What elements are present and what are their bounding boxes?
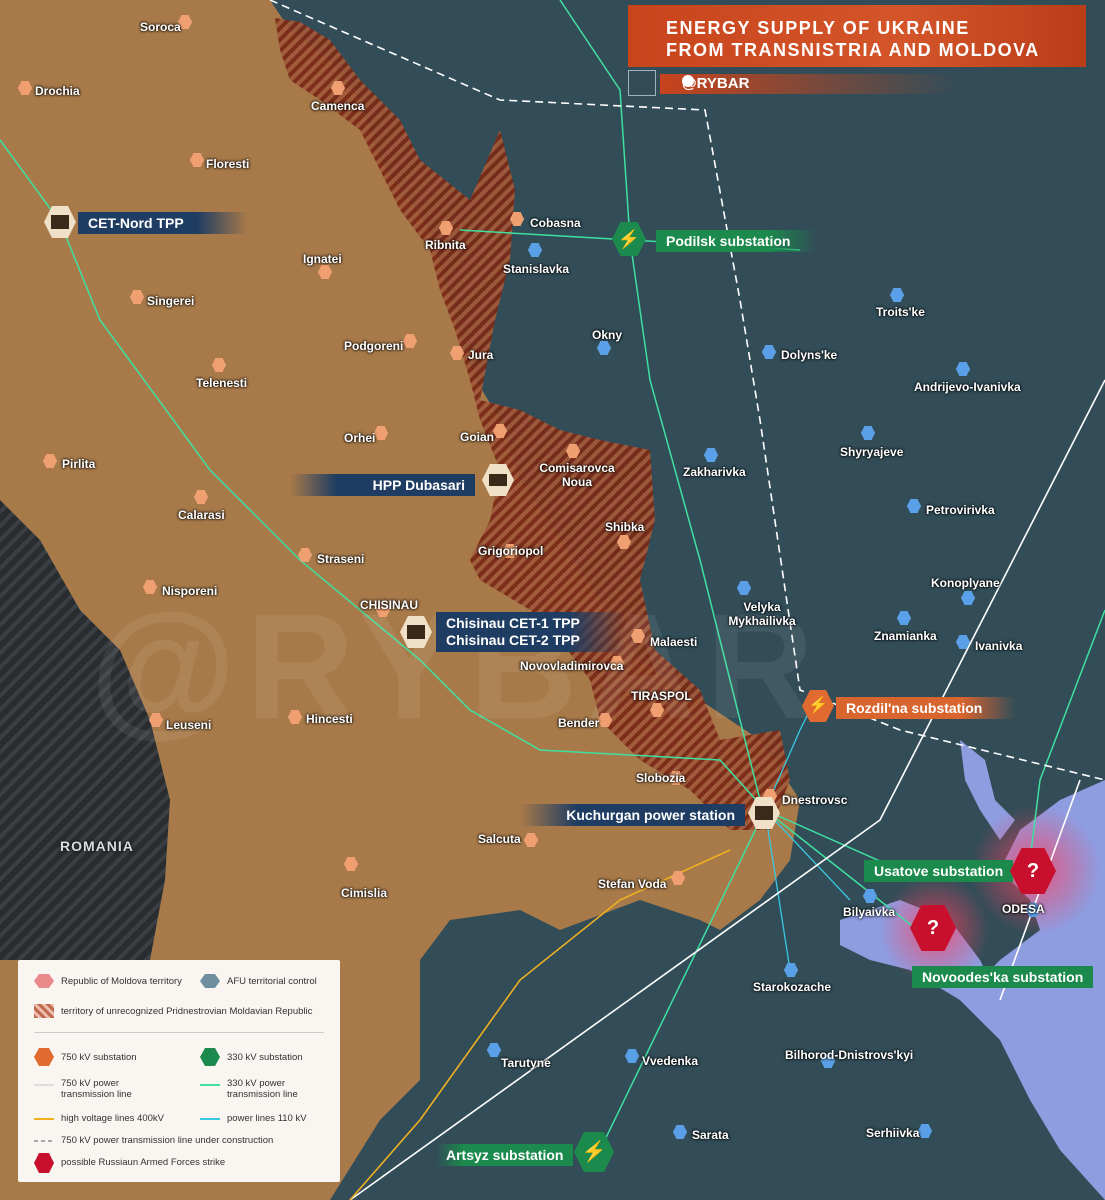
town-label: TIRASPOL	[631, 689, 692, 703]
town-label: Okny	[592, 328, 623, 342]
town-label: Velyka Mykhailivka	[728, 600, 796, 628]
legend-sub330: 330 kV substation	[227, 1052, 303, 1063]
podilsk-label: Podilsk substation	[656, 230, 816, 252]
legend-110-line	[200, 1118, 220, 1120]
legend-sub750: 750 kV substation	[61, 1052, 137, 1063]
town-label: CHISINAU	[360, 598, 419, 612]
legend-pmr: territory of unrecognized Pridnestrovian…	[61, 1006, 313, 1017]
town-label: Straseni	[317, 552, 365, 566]
town-label: Orhei	[344, 431, 376, 445]
usatove-label: Usatove substation	[864, 860, 1014, 882]
town-label: Vvedenka	[642, 1054, 699, 1068]
town-label: Ivanivka	[975, 639, 1023, 653]
rozdilna-label: Rozdil'na substation	[836, 697, 1016, 719]
town-label: Andrijevo-Ivanivka	[914, 380, 1021, 394]
chisinau-cet-label: Chisinau CET-1 TPP Chisinau CET-2 TPP	[436, 612, 626, 652]
town-label: Pirlita	[62, 457, 96, 471]
town-label: Singerei	[147, 294, 195, 308]
town-label: Slobozia	[636, 771, 686, 785]
town-label: Shyryajeve	[840, 445, 904, 459]
legend-pmr-swatch	[34, 1004, 54, 1018]
legend-line330: 330 kV power transmission line	[227, 1078, 298, 1100]
town-label: Shibka	[605, 520, 645, 534]
town-label: Soroca	[140, 20, 181, 34]
town-label: Serhiivka	[866, 1126, 920, 1140]
legend-moldova: Republic of Moldova territory	[61, 976, 182, 987]
town-label: ODESA	[1002, 902, 1045, 916]
map: @RYBAR ENERGY SUPPLY OF UKRAINE FROM TRA…	[0, 0, 1105, 1200]
legend-line750: 750 kV power transmission line	[61, 1078, 132, 1100]
town-label: Leuseni	[166, 718, 212, 732]
legend-330-sub-icon	[200, 1048, 220, 1066]
legend: Republic of Moldova territory AFU territ…	[18, 960, 340, 1182]
legend-divider	[34, 1032, 324, 1033]
legend-afu: AFU territorial control	[227, 976, 317, 987]
brand-label: @RYBAR	[682, 75, 750, 92]
town-label: Comisarovca Noua	[539, 461, 615, 489]
town-label: Starokozache	[753, 980, 832, 994]
title-banner: ENERGY SUPPLY OF UKRAINE FROM TRANSNISTR…	[628, 5, 1086, 67]
town-label: Stanislavka	[503, 262, 570, 276]
town-label: Petrovirivka	[926, 503, 995, 517]
town-label: Ribnita	[425, 238, 466, 252]
town-label: Cobasna	[530, 216, 581, 230]
novoodeska-label: Novoodes'ka substation	[912, 966, 1094, 988]
town-label: Podgoreni	[344, 339, 404, 353]
town-label: Malaesti	[650, 635, 698, 649]
legend-afu-swatch	[200, 974, 220, 988]
artsyz-label: Artsyz substation	[436, 1144, 574, 1166]
title-line2: FROM TRANSNISTRIA AND MOLDOVA	[666, 40, 1040, 60]
chisinau-cet1-label: Chisinau CET-1 TPP	[446, 615, 580, 631]
legend-750-line	[34, 1084, 54, 1086]
town-label: Salcuta	[478, 832, 521, 846]
legend-750c-line	[34, 1140, 54, 1142]
town-label: Grigoriopol	[478, 544, 544, 558]
legend-strike: possible Russiaun Armed Forces strike	[61, 1157, 226, 1168]
legend-line400: high voltage lines 400kV	[61, 1113, 164, 1124]
hpp-dubasari-label: HPP Dubasari	[290, 474, 475, 496]
town-label: Ignatei	[303, 252, 342, 266]
brand-banner: @RYBAR	[660, 74, 960, 94]
town-label: Sarata	[692, 1128, 729, 1142]
town-label: Znamianka	[874, 629, 937, 643]
chisinau-cet2-label: Chisinau CET-2 TPP	[446, 632, 580, 648]
town-label: Troits'ke	[876, 305, 925, 319]
town-label: Dnestrovsc	[782, 793, 848, 807]
legend-moldova-swatch	[34, 974, 54, 988]
town-label: Goian	[460, 430, 495, 444]
town-label: Bilhorod-Dnistrovs'kyi	[785, 1048, 914, 1062]
legend-330-line	[200, 1084, 220, 1086]
town-label: Drochia	[35, 84, 80, 98]
legend-750-sub-icon	[34, 1048, 54, 1066]
town-label: Stefan Voda	[598, 877, 667, 891]
town-label: Konoplyane	[931, 576, 1000, 590]
town-label: Dolyns'ke	[781, 348, 838, 362]
town-label: Bender	[558, 716, 600, 730]
kuchurgan-label: Kuchurgan power station	[520, 804, 745, 826]
legend-400-line	[34, 1118, 54, 1120]
town-label: Telenesti	[196, 376, 248, 390]
town-label: Tarutyne	[501, 1056, 551, 1070]
town-label: Novovladimirovca	[520, 659, 624, 673]
legend-line750c: 750 kV power transmission line under con…	[61, 1135, 274, 1146]
town-label: Bilyaivka	[843, 905, 896, 919]
town-label: Hincesti	[306, 712, 353, 726]
legend-strike-icon	[34, 1153, 54, 1173]
town-label: Floresti	[206, 157, 250, 171]
title-frame	[628, 70, 656, 96]
town-label: Cimislia	[341, 886, 388, 900]
town-label: Nisporeni	[162, 584, 218, 598]
country-label-romania: ROMANIA	[60, 838, 134, 854]
town-label: Jura	[468, 348, 494, 362]
town-label: Zakharivka	[683, 465, 746, 479]
title-line1: ENERGY SUPPLY OF UKRAINE	[666, 18, 970, 38]
town-label: Camenca	[311, 99, 365, 113]
legend-line110: power lines 110 kV	[227, 1113, 307, 1124]
town-label: Calarasi	[178, 508, 225, 522]
cet-nord-label: CET-Nord TPP	[78, 212, 248, 234]
